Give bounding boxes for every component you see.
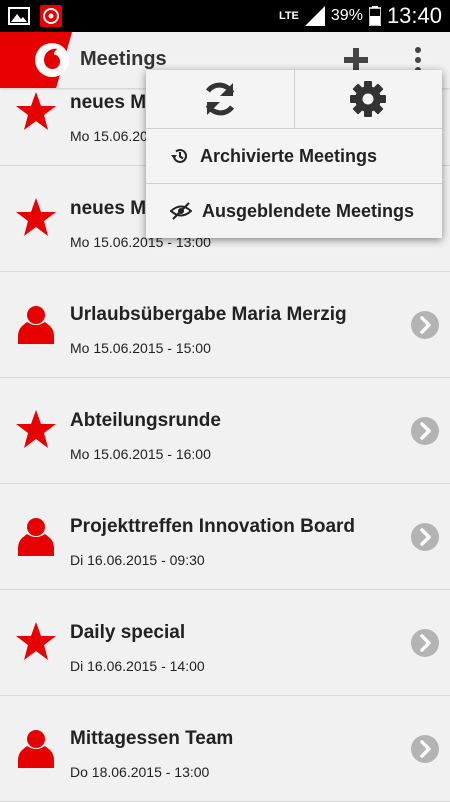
person-icon bbox=[18, 730, 54, 768]
status-bar: LTE 39% 13:40 bbox=[0, 0, 450, 32]
menu-item-label: Archivierte Meetings bbox=[200, 145, 378, 166]
star-icon bbox=[16, 622, 56, 660]
chevron-right-icon[interactable] bbox=[410, 310, 440, 340]
network-type: LTE bbox=[278, 10, 299, 22]
menu-item-label: Ausgeblendete Meetings bbox=[202, 200, 415, 221]
meeting-title: Urlaubsübergabe Maria Merzig bbox=[70, 304, 347, 325]
overflow-menu: Archivierte Meetings Ausgeblendete Meeti… bbox=[146, 70, 442, 238]
list-item[interactable]: Daily special Di 16.06.2015 - 14:00 bbox=[0, 590, 450, 696]
meeting-title: Abteilungsrunde bbox=[70, 410, 221, 431]
meeting-date: Di 16.06.2015 - 09:30 bbox=[70, 552, 205, 568]
app-notification-icon bbox=[40, 5, 62, 27]
list-item[interactable]: Projekttreffen Innovation Board Di 16.06.… bbox=[0, 484, 450, 590]
refresh-button[interactable] bbox=[146, 70, 294, 128]
vodafone-logo-icon bbox=[35, 43, 69, 77]
gallery-notification-icon bbox=[8, 7, 30, 25]
meeting-date: Mo 15.06.2015 - 16:00 bbox=[70, 446, 211, 462]
chevron-right-icon[interactable] bbox=[410, 628, 440, 658]
menu-icon-row bbox=[146, 70, 442, 129]
chevron-right-icon[interactable] bbox=[410, 416, 440, 446]
star-icon bbox=[16, 198, 56, 236]
star-icon bbox=[16, 410, 56, 448]
refresh-icon bbox=[205, 82, 234, 116]
list-item[interactable]: Abteilungsrunde Mo 15.06.2015 - 16:00 bbox=[0, 378, 450, 484]
star-icon bbox=[16, 92, 56, 130]
menu-item-archived[interactable]: Archivierte Meetings bbox=[146, 129, 442, 183]
eye-off-icon bbox=[170, 202, 192, 220]
meeting-title: Mittagessen Team bbox=[70, 728, 234, 749]
app-title: Meetings bbox=[80, 48, 167, 70]
signal-icon bbox=[304, 6, 325, 26]
history-icon bbox=[171, 148, 187, 163]
meeting-date: Do 18.06.2015 - 13:00 bbox=[70, 764, 210, 780]
menu-item-hidden[interactable]: Ausgeblendete Meetings bbox=[146, 183, 442, 238]
meeting-title: Daily special bbox=[70, 622, 186, 643]
meeting-date: Di 16.06.2015 - 14:00 bbox=[70, 658, 205, 674]
meeting-date: Mo 15.06.2015 - 15:00 bbox=[70, 340, 211, 356]
battery-percent: 39% bbox=[330, 7, 363, 24]
settings-button[interactable] bbox=[293, 70, 443, 128]
list-item[interactable]: Urlaubsübergabe Maria Merzig Mo 15.06.201… bbox=[0, 272, 450, 378]
gear-icon bbox=[350, 81, 387, 117]
person-icon bbox=[18, 306, 54, 344]
clock: 13:40 bbox=[386, 3, 442, 28]
person-icon bbox=[18, 518, 54, 556]
meeting-title: Projekttreffen Innovation Board bbox=[70, 516, 356, 537]
chevron-right-icon[interactable] bbox=[410, 522, 440, 552]
battery-icon bbox=[368, 6, 381, 26]
list-item[interactable]: Mittagessen Team Do 18.06.2015 - 13:00 bbox=[0, 696, 450, 802]
chevron-right-icon[interactable] bbox=[410, 734, 440, 764]
